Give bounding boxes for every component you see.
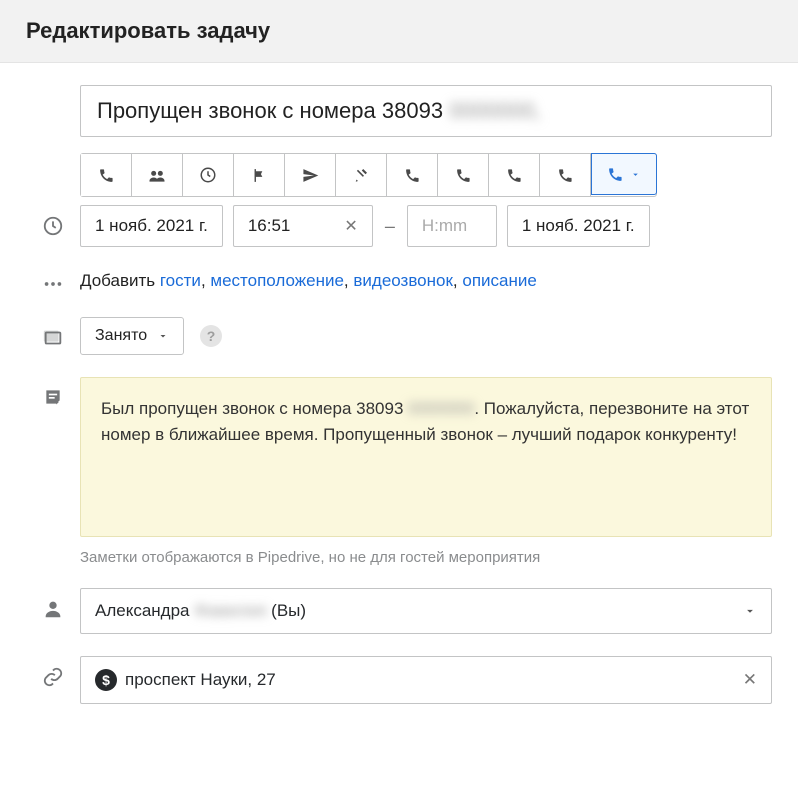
owner-suffix: (Вы): [271, 601, 306, 620]
add-description-link[interactable]: описание: [462, 271, 536, 290]
add-guests-link[interactable]: гости: [160, 271, 201, 290]
note-icon: [26, 377, 80, 407]
note-textarea[interactable]: Был пропущен звонок с номера 38093 00000…: [80, 377, 772, 537]
end-time-placeholder: H:mm: [422, 216, 467, 236]
type-flag-icon[interactable]: [234, 154, 285, 196]
start-date-value: 1 нояб. 2021 г.: [95, 216, 208, 236]
owner-select[interactable]: Александра Фамилия (Вы): [80, 588, 772, 634]
type-call4-icon[interactable]: [489, 154, 540, 196]
modal-title: Редактировать задачу: [26, 18, 772, 44]
chevron-down-icon: [157, 330, 169, 342]
availability-icon: [26, 317, 80, 349]
end-time-input[interactable]: H:mm: [407, 205, 497, 247]
start-date-input[interactable]: 1 нояб. 2021 г.: [80, 205, 223, 247]
type-call-icon[interactable]: [81, 154, 132, 196]
help-icon[interactable]: ?: [200, 325, 222, 347]
link-icon: [26, 656, 80, 688]
clock-icon: [26, 205, 80, 237]
type-meeting-icon[interactable]: [132, 154, 183, 196]
availability-label: Занято: [95, 327, 147, 345]
start-time-value: 16:51: [248, 216, 291, 236]
start-time-input[interactable]: 16:51 ✕: [233, 205, 373, 247]
owner-name-redacted: Фамилия: [194, 601, 266, 620]
activity-type-bar: [80, 153, 657, 197]
type-call3-icon[interactable]: [438, 154, 489, 196]
type-deadline-icon[interactable]: [183, 154, 234, 196]
type-call5-icon[interactable]: [540, 154, 591, 196]
end-date-value: 1 нояб. 2021 г.: [522, 216, 635, 236]
add-options: Добавить гости, местоположение, видеозво…: [80, 269, 772, 291]
type-lunch-icon[interactable]: [336, 154, 387, 196]
type-email-icon[interactable]: [285, 154, 336, 196]
task-title-text: Пропущен звонок с номера 38093: [97, 98, 443, 123]
currency-icon: $: [95, 669, 117, 691]
clear-time-icon[interactable]: ✕: [344, 216, 357, 236]
add-video-link[interactable]: видеозвонок: [353, 271, 453, 290]
note-hint: Заметки отображаются в Pipedrive, но не …: [80, 549, 772, 566]
more-icon: [26, 269, 80, 295]
deal-select[interactable]: $ проспект Науки, 27 ✕: [80, 656, 772, 704]
modal-body: Пропущен звонок с номера 38093 0000000,: [0, 63, 798, 704]
chevron-down-icon: [743, 604, 757, 618]
availability-dropdown[interactable]: Занято: [80, 317, 184, 355]
deal-label: проспект Науки, 27: [125, 670, 276, 690]
note-text-before: Был пропущен звонок с номера 38093: [101, 399, 403, 418]
modal-header: Редактировать задачу: [0, 0, 798, 63]
task-title-redacted: 0000000,: [449, 98, 541, 123]
type-active-dropdown[interactable]: [591, 153, 657, 195]
owner-name: Александра: [95, 601, 190, 620]
add-location-link[interactable]: местоположение: [210, 271, 344, 290]
title-row-icon: [26, 85, 80, 95]
person-icon: [26, 588, 80, 620]
time-range-dash: –: [383, 216, 397, 237]
end-date-input[interactable]: 1 нояб. 2021 г.: [507, 205, 650, 247]
type-call2-icon[interactable]: [387, 154, 438, 196]
add-prefix: Добавить: [80, 271, 160, 290]
note-text-redacted: 0000000: [408, 399, 474, 418]
chevron-down-icon: [630, 169, 641, 180]
clear-deal-icon[interactable]: ✕: [743, 670, 757, 690]
task-title-input[interactable]: Пропущен звонок с номера 38093 0000000,: [80, 85, 772, 137]
